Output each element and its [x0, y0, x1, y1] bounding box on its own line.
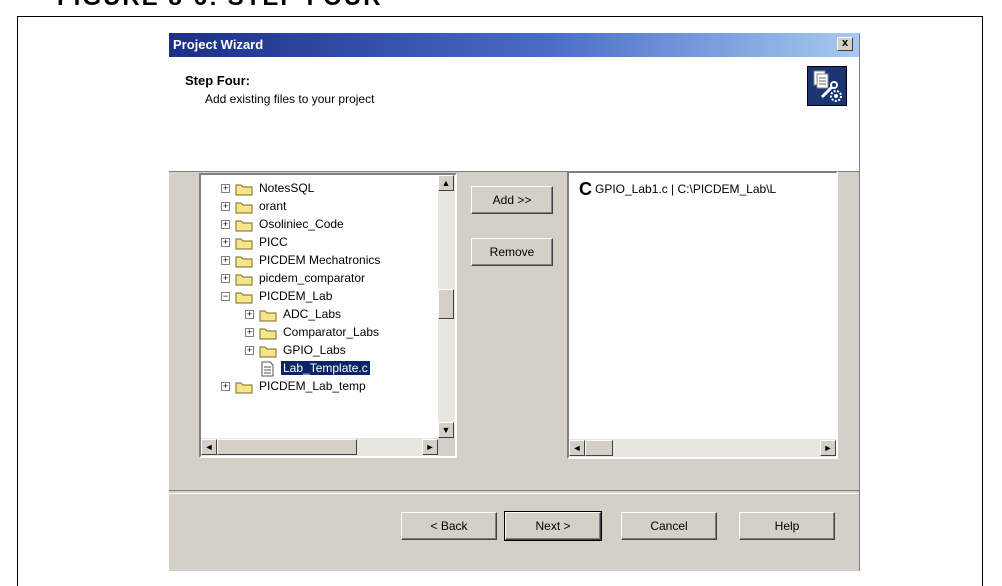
tree-item-label: picdem_comparator	[259, 271, 366, 285]
c-file-icon	[261, 361, 274, 377]
step-title: Step Four:	[185, 73, 250, 88]
scroll-corner	[438, 438, 455, 456]
expand-icon[interactable]: +	[245, 328, 254, 337]
expand-icon[interactable]: +	[221, 202, 230, 211]
tree-item-label: GPIO_Labs	[283, 343, 346, 357]
scroll-right-icon[interactable]: ►	[820, 440, 836, 456]
scroll-up-icon[interactable]: ▲	[438, 175, 454, 191]
files-horizontal-scrollbar[interactable]: ◄ ►	[569, 439, 836, 457]
folder-icon	[235, 202, 253, 214]
help-button[interactable]: Help	[739, 512, 835, 540]
folder-icon	[235, 382, 253, 394]
tree-item-label: Osoliniec_Code	[259, 217, 344, 231]
folder-icon	[235, 220, 253, 232]
c-source-icon: C	[579, 179, 592, 199]
expand-icon[interactable]: +	[221, 382, 230, 391]
back-button[interactable]: < Back	[401, 512, 497, 540]
wizard-icon	[807, 66, 847, 106]
expand-icon[interactable]: +	[221, 256, 230, 265]
expand-icon[interactable]: +	[221, 220, 230, 229]
tree-item-label: PICDEM_Lab_temp	[259, 379, 366, 393]
add-button[interactable]: Add >>	[471, 186, 553, 214]
step-subtitle: Add existing files to your project	[205, 92, 375, 106]
scroll-thumb[interactable]	[438, 289, 454, 319]
project-files-list[interactable]: C GPIO_Lab1.c | C:\PICDEM_Lab\L ◄ ►	[567, 171, 838, 459]
close-button[interactable]: x	[837, 37, 853, 51]
scroll-left-icon[interactable]: ◄	[569, 440, 585, 456]
collapse-icon[interactable]: −	[221, 292, 230, 301]
folder-icon	[259, 346, 277, 358]
scroll-left-icon[interactable]: ◄	[201, 439, 217, 455]
tree-item-label: ADC_Labs	[283, 307, 342, 321]
tree-item-label: orant	[259, 199, 287, 213]
file-list-item[interactable]: C GPIO_Lab1.c | C:\PICDEM_Lab\L	[579, 179, 776, 200]
tree-item-label: Comparator_Labs	[283, 325, 380, 339]
project-wizard-window: Project Wizard x Step Four: Add existing…	[168, 33, 860, 571]
scroll-thumb[interactable]	[217, 439, 357, 455]
next-button[interactable]: Next >	[504, 511, 602, 541]
folder-icon	[235, 274, 253, 286]
folder-icon	[235, 292, 253, 304]
scroll-thumb[interactable]	[585, 440, 613, 456]
cancel-button[interactable]: Cancel	[621, 512, 717, 540]
scroll-right-icon[interactable]: ►	[422, 439, 438, 455]
title-bar[interactable]: Project Wizard x	[169, 33, 859, 57]
folder-icon	[235, 184, 253, 196]
folder-icon	[259, 328, 277, 340]
tree-item-label: PICDEM Mechatronics	[259, 253, 381, 267]
tree-vertical-scrollbar[interactable]: ▲ ▼	[438, 175, 455, 438]
folder-icon	[235, 256, 253, 268]
tree-item-label-selected: Lab_Template.c	[281, 361, 370, 375]
expand-icon[interactable]: +	[221, 238, 230, 247]
folder-icon	[259, 310, 277, 322]
scroll-down-icon[interactable]: ▼	[438, 422, 454, 438]
expand-icon[interactable]: +	[221, 184, 230, 193]
tree-item-label: NotesSQL	[259, 181, 315, 195]
wizard-header: Step Four: Add existing files to your pr…	[169, 57, 859, 172]
window-title: Project Wizard	[173, 37, 264, 52]
expand-icon[interactable]: +	[245, 346, 254, 355]
remove-button[interactable]: Remove	[471, 238, 553, 266]
footer-separator	[169, 490, 859, 494]
expand-icon[interactable]: +	[221, 274, 230, 283]
folder-tree[interactable]: + NotesSQL + orant + Osoliniec_Code + PI…	[199, 173, 457, 458]
expand-icon[interactable]: +	[245, 310, 254, 319]
folder-icon	[235, 238, 253, 250]
file-list-item-text: GPIO_Lab1.c | C:\PICDEM_Lab\L	[595, 182, 777, 196]
figure-caption: FIGURE 8-6: STEP FOUR	[57, 0, 383, 12]
tree-item-label: PICDEM_Lab	[259, 289, 333, 303]
tree-horizontal-scrollbar[interactable]: ◄ ►	[201, 438, 438, 456]
tree-item-label: PICC	[259, 235, 288, 249]
